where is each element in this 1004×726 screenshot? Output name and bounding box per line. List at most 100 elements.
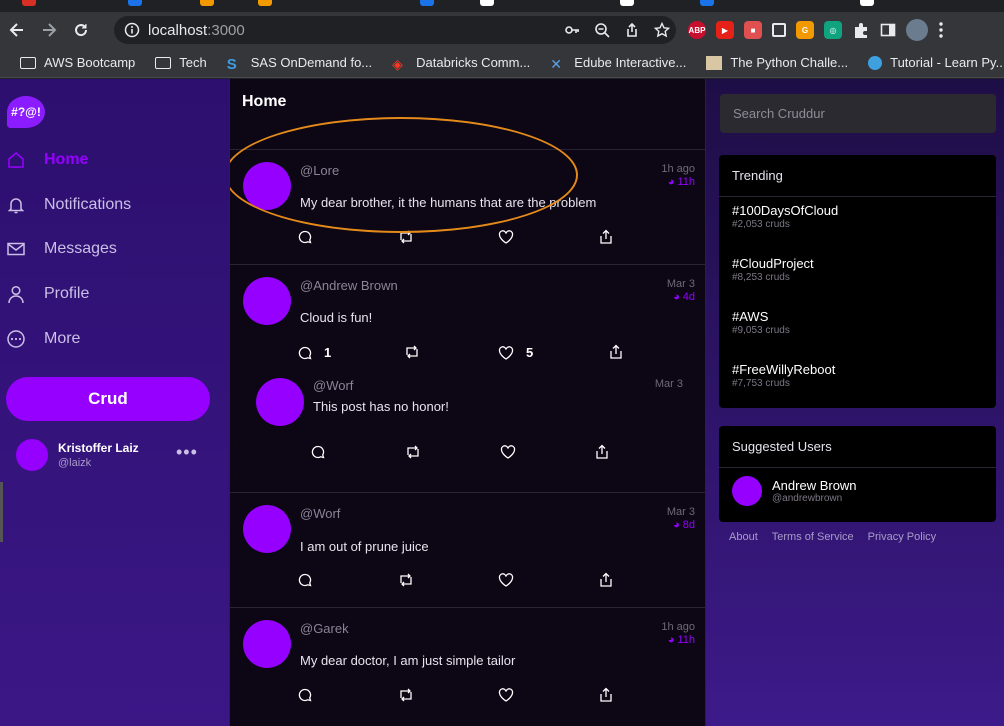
- like-button[interactable]: 5: [498, 345, 533, 360]
- back-button[interactable]: [2, 15, 32, 45]
- footer-links: About Terms of Service Privacy Policy: [729, 531, 936, 543]
- repost-icon: [407, 445, 419, 459]
- tab-favicon[interactable]: [480, 0, 494, 6]
- tab-favicon[interactable]: [128, 0, 142, 6]
- avatar[interactable]: [256, 378, 304, 426]
- bookmark-edube[interactable]: ✕ Edube Interactive...: [550, 55, 686, 72]
- post-expiry-text: 4d: [682, 291, 695, 303]
- bookmark-databricks[interactable]: ◈ Databricks Comm...: [392, 55, 530, 72]
- like-button[interactable]: [498, 688, 514, 702]
- trending-item[interactable]: #FreeWillyReboot #7,753 cruds: [719, 356, 996, 409]
- puzzle-icon[interactable]: [852, 21, 870, 39]
- repost-button[interactable]: [404, 345, 420, 359]
- bookmark-python-challenge[interactable]: The Python Challe...: [706, 55, 848, 70]
- activity-item[interactable]: @Andrew Brown Mar 3 ◕ 4d Cloud is fun! 1 …: [230, 265, 705, 493]
- share-button[interactable]: [599, 572, 613, 587]
- trending-item[interactable]: #AWS #9,053 cruds: [719, 303, 996, 356]
- post-message: My dear doctor, I am just simple tailor: [300, 653, 516, 668]
- share-button[interactable]: [609, 344, 623, 359]
- video-extension-icon[interactable]: ▶: [716, 21, 734, 39]
- activity-item[interactable]: @Lore 1h ago ◕ 11h My dear brother, it th…: [230, 150, 705, 265]
- tab-favicon[interactable]: [258, 0, 272, 6]
- sas-icon: S: [226, 55, 237, 73]
- tab-favicon[interactable]: [420, 0, 434, 6]
- like-button[interactable]: [500, 445, 516, 459]
- tab-favicon[interactable]: [860, 0, 874, 6]
- nav-messages[interactable]: Messages: [6, 239, 117, 259]
- repost-button[interactable]: [405, 445, 421, 459]
- post-message: My dear brother, it the humans that are …: [300, 195, 597, 210]
- nav-more[interactable]: More: [6, 329, 80, 349]
- kebab-menu-icon[interactable]: [938, 21, 944, 39]
- post-handle[interactable]: @Worf: [300, 506, 340, 521]
- nav-home[interactable]: Home: [6, 150, 88, 170]
- reply-button[interactable]: [311, 445, 325, 459]
- tab-favicon[interactable]: [200, 0, 214, 6]
- tab-favicon[interactable]: [700, 0, 714, 6]
- user-more-button[interactable]: •••: [176, 443, 198, 461]
- post-handle[interactable]: @Andrew Brown: [300, 278, 398, 293]
- person-icon: [6, 284, 26, 304]
- forward-button[interactable]: [34, 15, 64, 45]
- reply-button[interactable]: [298, 230, 312, 244]
- adblock-icon[interactable]: ABP: [688, 21, 706, 39]
- search-input[interactable]: [720, 94, 996, 133]
- trending-item[interactable]: #100DaysOfCloud #2,053 cruds: [719, 197, 996, 250]
- reply-button[interactable]: [298, 688, 312, 702]
- star-icon[interactable]: [654, 22, 670, 38]
- address-bar[interactable]: localhost:3000: [114, 16, 676, 44]
- share-icon[interactable]: [624, 22, 640, 38]
- side-panel-icon[interactable]: [880, 22, 896, 38]
- activity-item[interactable]: @Garek 1h ago ◕ 11h My dear doctor, I am …: [230, 608, 705, 726]
- share-button[interactable]: [599, 687, 613, 702]
- avatar[interactable]: [243, 620, 291, 668]
- zoom-out-icon[interactable]: [594, 22, 610, 38]
- share-button[interactable]: [595, 444, 609, 459]
- user-avatar-icon[interactable]: [906, 19, 928, 41]
- trending-item[interactable]: #CloudProject #8,253 cruds: [719, 250, 996, 303]
- post-time: Mar 3: [666, 506, 695, 518]
- bookmark-learnpy[interactable]: Tutorial - Learn Py...: [868, 55, 1004, 70]
- activity-item[interactable]: @Worf Mar 3 ◕ 8d I am out of prune juice: [230, 493, 705, 608]
- info-icon: [124, 22, 140, 38]
- nav-notifications[interactable]: Notifications: [6, 195, 131, 215]
- footer-about-link[interactable]: About: [729, 531, 758, 543]
- footer-terms-link[interactable]: Terms of Service: [772, 531, 854, 543]
- tab-favicon[interactable]: [22, 0, 36, 6]
- ai-extension-icon[interactable]: ◎: [824, 21, 842, 39]
- avatar[interactable]: [243, 162, 291, 210]
- post-handle[interactable]: @Garek: [300, 621, 349, 636]
- repost-button[interactable]: [398, 573, 414, 587]
- reader-extension-icon[interactable]: ■: [744, 21, 762, 39]
- arrow-left-icon: [9, 23, 23, 37]
- bookmark-sas[interactable]: S SAS OnDemand fo...: [226, 55, 372, 73]
- key-icon[interactable]: [564, 22, 580, 38]
- share-button[interactable]: [599, 229, 613, 244]
- screenshot-icon[interactable]: [772, 23, 786, 37]
- reply-button[interactable]: [298, 573, 312, 587]
- footer-privacy-link[interactable]: Privacy Policy: [868, 531, 936, 543]
- bookmark-aws-bootcamp[interactable]: AWS Bootcamp: [20, 55, 135, 70]
- reply-item[interactable]: @Worf Mar 3 This post has no honor!: [243, 371, 695, 483]
- post-handle[interactable]: @Lore: [300, 163, 339, 178]
- repost-button[interactable]: [398, 230, 414, 244]
- nav-profile[interactable]: Profile: [6, 284, 89, 304]
- repost-button[interactable]: [398, 688, 414, 702]
- crud-button[interactable]: Crud: [6, 377, 210, 421]
- like-button[interactable]: [498, 573, 514, 587]
- current-user-card[interactable]: Kristoffer Laiz @laizk: [16, 439, 139, 471]
- reload-button[interactable]: [66, 15, 96, 45]
- avatar[interactable]: [243, 277, 291, 325]
- post-time: Mar 3: [654, 378, 683, 390]
- cruddur-logo[interactable]: #?@!: [7, 96, 45, 128]
- repost-icon: [400, 230, 412, 244]
- grammar-extension-icon[interactable]: G: [796, 21, 814, 39]
- post-handle[interactable]: @Worf: [313, 378, 353, 393]
- bomb-icon: ◕: [673, 519, 680, 531]
- reply-button[interactable]: 1: [298, 345, 331, 360]
- tab-favicon[interactable]: [620, 0, 634, 6]
- bookmark-tech[interactable]: Tech: [155, 55, 207, 70]
- avatar[interactable]: [243, 505, 291, 553]
- like-button[interactable]: [498, 230, 514, 244]
- suggested-user[interactable]: Andrew Brown @andrewbrown: [719, 468, 996, 514]
